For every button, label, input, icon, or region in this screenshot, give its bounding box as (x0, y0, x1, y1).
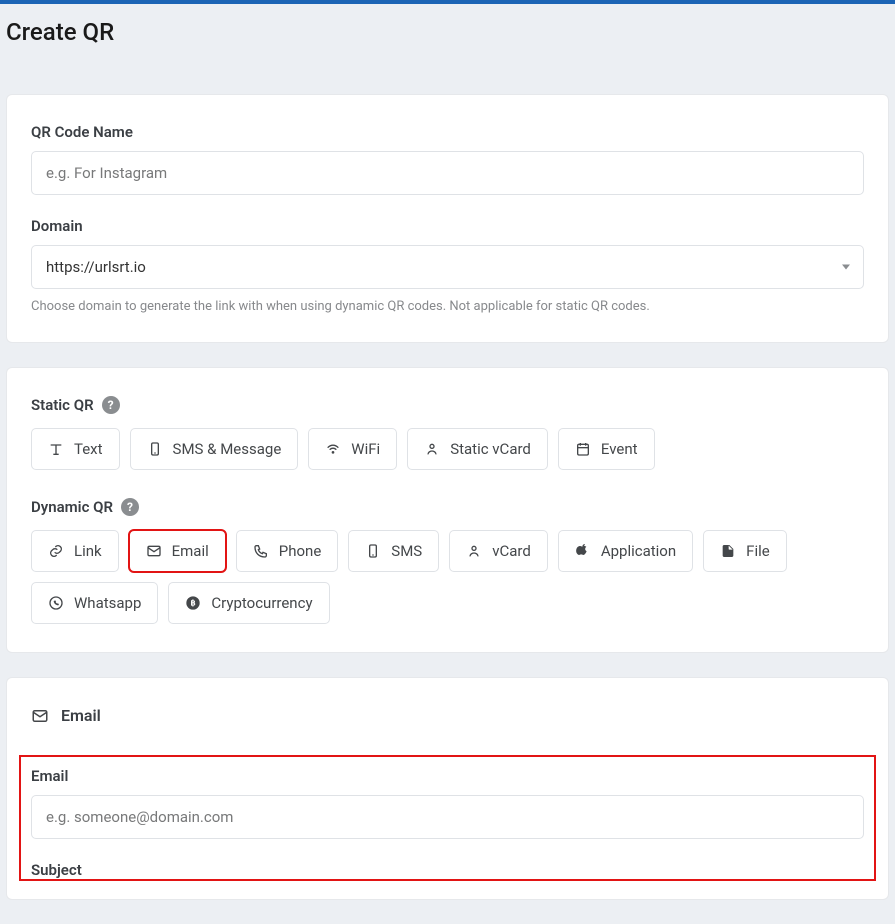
chip-link[interactable]: Link (31, 530, 119, 572)
svg-text:฿: ฿ (191, 599, 196, 608)
apple-icon (575, 543, 591, 559)
email-highlight-box: Email Subject (21, 757, 874, 879)
text-icon (48, 441, 64, 457)
chip-phone[interactable]: Phone (236, 530, 339, 572)
person-icon (466, 543, 482, 559)
email-section-title: Email (61, 706, 101, 725)
chip-wifi[interactable]: WiFi (308, 428, 397, 470)
email-field-label: Email (31, 767, 864, 785)
domain-help-text: Choose domain to generate the link with … (31, 299, 864, 314)
chip-sms[interactable]: SMS (348, 530, 439, 572)
wifi-icon (325, 441, 341, 457)
card-basic-settings: QR Code Name Domain https://urlsrt.io Ch… (6, 94, 889, 343)
whatsapp-icon (48, 595, 64, 611)
help-icon[interactable]: ? (121, 498, 139, 516)
link-icon (48, 543, 64, 559)
help-icon[interactable]: ? (102, 396, 120, 414)
calendar-icon (575, 441, 591, 457)
file-icon (720, 543, 736, 559)
card-email-config: Email Email Subject (6, 677, 889, 900)
chip-application[interactable]: Application (558, 530, 693, 572)
mail-icon (31, 707, 49, 725)
dynamic-qr-label: Dynamic QR ? (31, 498, 864, 516)
chip-vcard[interactable]: vCard (449, 530, 548, 572)
domain-label: Domain (31, 217, 864, 235)
subject-field-label: Subject (31, 861, 864, 879)
chip-sms-message[interactable]: SMS & Message (130, 428, 299, 470)
card-qr-types: Static QR ? Text SMS & Message WiFi Sta (6, 367, 889, 653)
dynamic-qr-chips: Link Email Phone SMS vCard (31, 530, 864, 624)
qr-name-input[interactable] (31, 151, 864, 195)
chevron-down-icon (842, 265, 850, 270)
chip-static-vcard[interactable]: Static vCard (407, 428, 548, 470)
static-qr-label: Static QR ? (31, 396, 864, 414)
smartphone-icon (147, 441, 163, 457)
person-icon (424, 441, 440, 457)
chip-email[interactable]: Email (129, 530, 226, 572)
page-title: Create QR (0, 4, 895, 46)
domain-select[interactable]: https://urlsrt.io (31, 245, 864, 289)
email-input[interactable] (31, 795, 864, 839)
smartphone-icon (365, 543, 381, 559)
domain-selected-value: https://urlsrt.io (46, 258, 146, 276)
phone-icon (253, 543, 269, 559)
chip-event[interactable]: Event (558, 428, 655, 470)
bitcoin-icon: ฿ (185, 595, 201, 611)
static-qr-chips: Text SMS & Message WiFi Static vCard Eve… (31, 428, 864, 470)
qr-name-label: QR Code Name (31, 123, 864, 141)
mail-icon (146, 543, 162, 559)
chip-whatsapp[interactable]: Whatsapp (31, 582, 158, 624)
chip-file[interactable]: File (703, 530, 787, 572)
chip-cryptocurrency[interactable]: ฿ Cryptocurrency (168, 582, 329, 624)
chip-text[interactable]: Text (31, 428, 120, 470)
